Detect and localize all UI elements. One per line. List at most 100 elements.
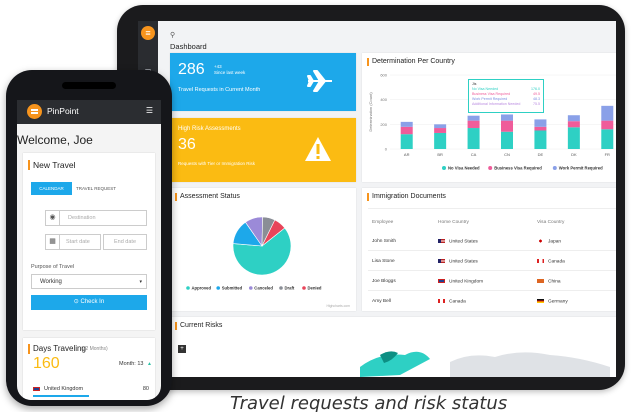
legend-marker: [186, 286, 190, 290]
travel-requests-delta-note: Since last week: [214, 70, 246, 75]
hamburger-menu-icon[interactable]: ☰: [146, 106, 153, 115]
purpose-label: Purpose of Travel: [31, 264, 75, 270]
x-tick-label: BR: [437, 152, 443, 157]
employee-name: Joe Bloggs: [372, 279, 396, 284]
warning-icon: [305, 137, 331, 161]
travel-requests-card[interactable]: 286 +43 Since last week Travel Requests …: [170, 53, 356, 111]
column-header-home-country: Home Country: [438, 220, 469, 225]
marketing-caption: Travel requests and risk status: [230, 393, 508, 412]
world-map: [360, 351, 610, 377]
home-country: Canada: [449, 299, 466, 305]
bar: [534, 119, 547, 127]
check-in-button[interactable]: ⊙ Check In: [31, 295, 147, 310]
canada-flag-icon: [537, 259, 544, 263]
tooltip-label: Additional Information Needed: [472, 102, 521, 106]
immigration-title: Immigration Documents: [362, 188, 616, 201]
legend-marker: [552, 166, 557, 170]
home-country: United States: [449, 239, 478, 245]
map-zoom-button[interactable]: +: [178, 345, 186, 353]
destination-field[interactable]: ◉ Destination: [45, 210, 147, 226]
bar: [534, 126, 547, 131]
new-travel-panel: New Travel CALENDAR TRAVEL REQUEST ◉ Des…: [23, 153, 155, 330]
y-tick-label: 600: [380, 73, 387, 78]
bar: [567, 115, 580, 122]
high-risk-count: 36: [178, 136, 196, 153]
tab-calendar[interactable]: CALENDAR: [31, 182, 72, 195]
legend-label: Approved: [192, 286, 212, 291]
legend-label: Denied: [308, 286, 322, 291]
dashboard-main: ⚲ Dashboard 286 +43 Since last week Trav…: [158, 21, 616, 377]
tab-travel-request[interactable]: TRAVEL REQUEST: [76, 182, 116, 195]
bar: [601, 105, 614, 121]
bar: [400, 134, 413, 149]
high-risk-title: High Risk Assessments: [178, 126, 241, 132]
days-traveling-count: 160: [33, 355, 60, 372]
phone-device: PinPoint ☰ Welcome, Joe New Travel CALEN…: [6, 70, 172, 406]
search-icon[interactable]: ⚲: [170, 31, 175, 39]
legend-marker: [488, 166, 493, 170]
end-date-field[interactable]: End date: [103, 234, 147, 250]
app-name: PinPoint: [47, 106, 79, 116]
legend-marker: [279, 286, 283, 290]
home-country-cell: United States: [438, 259, 478, 264]
x-tick-label: CN: [504, 152, 510, 157]
high-risk-card[interactable]: High Risk Assessments 36 Requests with T…: [170, 118, 356, 182]
travel-requests-count: 286: [178, 61, 205, 78]
x-tick-label: DK: [571, 152, 577, 157]
table-row[interactable]: John Smith: [372, 239, 396, 244]
bar: [434, 124, 447, 129]
assessment-title: Assessment Status: [170, 188, 356, 201]
days-month: Month: 13: [119, 361, 144, 367]
visa-country: Germany: [548, 299, 568, 305]
trend-up-icon: ▲: [147, 361, 152, 367]
visa-country: Japan: [548, 239, 562, 245]
table-row[interactable]: Lisa Stone: [372, 259, 395, 264]
legend-label: Work Permit Required: [559, 166, 603, 171]
legend-label: Business Visa Required: [494, 166, 542, 171]
home-country-cell: United Kingdom: [438, 279, 483, 284]
high-risk-caption: Requests with Tier or Immigration Risk: [178, 161, 256, 166]
app-logo-icon[interactable]: ≡: [141, 26, 155, 40]
tooltip-value: 75.5: [533, 102, 540, 106]
table-row[interactable]: Joe Bloggs: [372, 279, 396, 284]
germany-flag-icon: [537, 299, 544, 303]
current-risks-card: Current Risks +: [170, 317, 616, 377]
legend-label: Canceled: [254, 286, 273, 291]
phone-notch: [62, 82, 116, 89]
column-header-visa-country: Visa Country: [537, 220, 565, 225]
x-tick-label: FR: [605, 152, 610, 157]
legend-marker: [302, 286, 306, 290]
legend-label: Submitted: [222, 286, 243, 291]
page-title: Dashboard: [170, 42, 207, 51]
purpose-value: Working: [40, 279, 62, 285]
calendar-icon: ▦: [46, 235, 60, 249]
determination-chart-card: Determination Per Country 0 200 400 600 Dete…: [362, 53, 616, 182]
start-date-field[interactable]: ▦ Start date: [45, 234, 101, 250]
phone-screen: PinPoint ☰ Welcome, Joe New Travel CALEN…: [17, 100, 161, 400]
us-flag-icon: [438, 239, 445, 243]
legend-marker: [216, 286, 220, 290]
assessment-pie-chart: Approved Submitted Canceled Draft Denied: [186, 216, 322, 291]
home-country: United Kingdom: [449, 279, 484, 285]
airplane-icon: [307, 70, 332, 92]
home-country-cell: Canada: [438, 299, 466, 304]
japan-flag-icon: [537, 239, 544, 243]
y-tick-label: 400: [380, 97, 387, 102]
days-traveling-title: Days Traveling: [33, 344, 86, 353]
x-tick-label: DE: [538, 152, 544, 157]
divider: [368, 270, 616, 271]
determination-title: Determination Per Country: [362, 53, 616, 66]
travel-requests-delta: +43: [214, 64, 222, 69]
china-flag-icon: [537, 279, 544, 283]
bar: [467, 120, 480, 129]
bar: [467, 128, 480, 149]
purpose-select[interactable]: Working ▾: [31, 274, 147, 289]
table-row[interactable]: Amy Bell: [372, 299, 391, 304]
divider: [368, 208, 616, 209]
accent-bar: [28, 344, 30, 354]
divider: [368, 250, 616, 251]
days-traveling-subtitle: (12 Months): [81, 346, 108, 352]
country-progress-bar: [33, 395, 89, 397]
chart-credit: Highcharts.com: [326, 304, 350, 308]
bar: [601, 120, 614, 130]
